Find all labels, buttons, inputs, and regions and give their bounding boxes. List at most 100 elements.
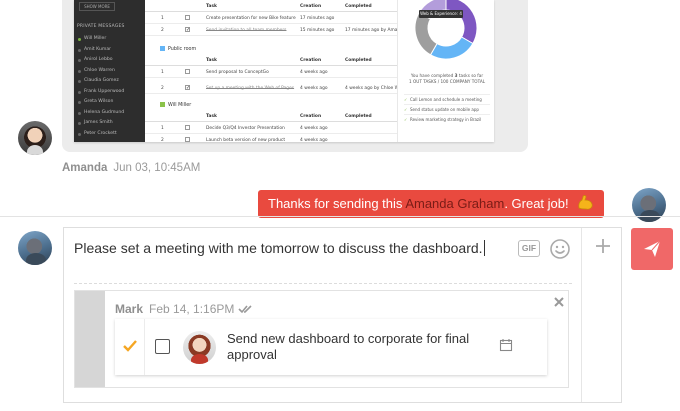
completed-checklist: Call Lemon and schedule a meeting Send st… [404,94,490,124]
table-cell: Launch beta version of new product [206,138,286,142]
table-cell: 4 weeks ago [300,126,328,131]
incoming-message-meta: Amanda Jun 03, 10:45AM [62,162,200,174]
group-color-swatch [160,46,165,51]
table-cell: Set up a meeting with the Web of Pages [206,86,295,91]
table-cell: 2 [161,138,164,142]
table-row[interactable]: 1 Decide Q3/Q4 Investor Presentation 4 wee… [145,123,397,134]
composer-avatar[interactable] [18,231,52,265]
table-row[interactable]: 2 Send invitation to all team members 15 m… [145,25,425,36]
check-icon [123,340,137,352]
task-assignee-avatar [183,331,216,364]
task-card: Send new dashboard to corporate for fina… [115,319,547,375]
contact-item[interactable]: Chloe Warren [74,66,145,77]
table-cell: 1 [161,126,164,131]
table-cell: 17 minutes ago [300,16,335,21]
summary-line2: 1 OUT TASKS / 100 COMPANY TOTAL [408,79,486,84]
table-header: Task Creation Completed [145,1,397,12]
task-status-column [115,319,145,375]
calendar-icon[interactable] [499,338,513,352]
donut-slice[interactable] [429,36,474,60]
outgoing-message-bubble: Thanks for sending this Amanda Graham. G… [258,190,605,218]
emoji-icon[interactable] [549,238,571,260]
tasks-summary: You have completed 3 tasks so far 1 OUT … [404,73,490,85]
task-group-label[interactable]: Public room [160,46,196,52]
add-attachment-icon[interactable] [594,237,612,255]
sender-name: Amanda [62,162,108,174]
table-cell: Send invitation to all team members [206,28,287,33]
table-cell: Creation [300,58,322,63]
summary-suffix: tasks so far [458,73,484,78]
table-cell: Creation [300,114,322,119]
quote-separator [74,283,572,284]
table-cell: Completed [345,4,372,9]
row-checkbox[interactable] [185,137,190,142]
composer-divider [0,216,680,217]
quote-bar [75,291,105,387]
table-cell: Create presentation for new Bike feature [206,16,296,21]
contact-item[interactable]: Peter Crockett [74,129,145,140]
send-button[interactable] [631,228,673,270]
row-checkbox[interactable] [185,125,190,130]
contact-item[interactable]: Amit Kumar [74,45,145,56]
contact-item[interactable]: Frank Upperwood [74,87,145,98]
mention-amanda-graham[interactable]: Amanda Graham [405,196,504,211]
table-row[interactable]: 1 Create presentation for new Bike featur… [145,13,397,24]
contact-item[interactable]: Claudia Gomez [74,76,145,87]
table-cell: 4 weeks ago [300,86,328,91]
summary-count: 3 [454,73,458,78]
quoted-meta: Mark Feb 14, 1:16PM [115,302,254,316]
close-quote-icon[interactable] [553,296,565,308]
table-row[interactable]: 1 Send proposal to ConceptGo 4 weeks ago [145,67,397,78]
shared-screenshot[interactable]: SHOW MORE PRIVATE MESSAGES Will Miller Am… [74,0,494,142]
table-cell: 2 [161,86,164,91]
checklist-item: Send status update on mobile app [404,104,490,112]
table-cell: Completed [345,58,372,63]
row-checkbox[interactable]: ✓ [185,27,190,33]
contact-item[interactable]: Greta Wilson [74,97,145,108]
checklist-item: Call Lemon and schedule a meeting [404,94,490,102]
show-more-button: SHOW MORE [79,2,115,11]
task-group-label[interactable]: Will Miller [160,102,191,108]
gif-button[interactable]: GIF [518,240,540,257]
checklist-item: Review marketing strategy in Brazil [404,114,490,122]
avatar-amanda[interactable] [18,121,52,155]
contact-item[interactable]: Anirol Lebbo [74,55,145,66]
private-messages-title: PRIVATE MESSAGES [77,24,125,29]
chat-view: SHOW MORE PRIVATE MESSAGES Will Miller Am… [0,0,680,411]
contact-list: Will Miller Amit Kumar Anirol Lebbo Chloe W… [74,34,145,139]
table-header: Task Creation Completed [145,55,397,66]
contact-item[interactable]: Will Miller [74,34,145,45]
message-input-value: Please set a meeting with me tomorrow to… [74,240,483,256]
contact-item[interactable]: Helena Gudmund [74,108,145,119]
double-check-icon [238,305,252,314]
contact-item[interactable]: James Smith [74,118,145,129]
table-cell: 1 [161,16,164,21]
message-input[interactable]: Please set a meeting with me tomorrow to… [74,238,504,258]
table-cell: Task [206,114,217,119]
task-text: Send new dashboard to corporate for fina… [227,331,470,362]
table-cell: 4 weeks ago [300,138,328,142]
row-checkbox[interactable] [185,69,190,74]
summary-prefix: You have completed [410,73,454,78]
table-cell: Task [206,4,217,9]
table-row[interactable]: 2 Set up a meeting with the Web of Pages 4… [145,83,410,94]
donut-slice[interactable] [414,11,438,56]
outgoing-text-start: Thanks for sending this [268,196,403,211]
task-checkbox[interactable] [155,339,170,354]
group-color-swatch [160,102,165,107]
outgoing-text-end: . Great job! [504,196,569,211]
send-icon [644,240,661,257]
text-caret [483,240,485,256]
row-checkbox[interactable] [185,15,190,20]
table-row[interactable]: 2 Launch beta version of new product 4 wee… [145,135,397,142]
table-cell: Send proposal to ConceptGo [206,70,269,75]
row-checkbox[interactable]: ✓ [185,85,190,91]
quoted-sender: Mark [115,302,144,316]
table-cell: 4 weeks ago [300,70,328,75]
table-header: Task Creation Completed [145,111,397,122]
table-cell: 15 minutes ago [300,28,335,33]
chart-tooltip: Web & Experience: 4 [419,10,463,18]
quoted-message: Mark Feb 14, 1:16PM Send new dashboard to… [74,290,569,388]
message-timestamp: Jun 03, 10:45AM [113,162,201,174]
flexed-biceps-icon [578,195,593,210]
